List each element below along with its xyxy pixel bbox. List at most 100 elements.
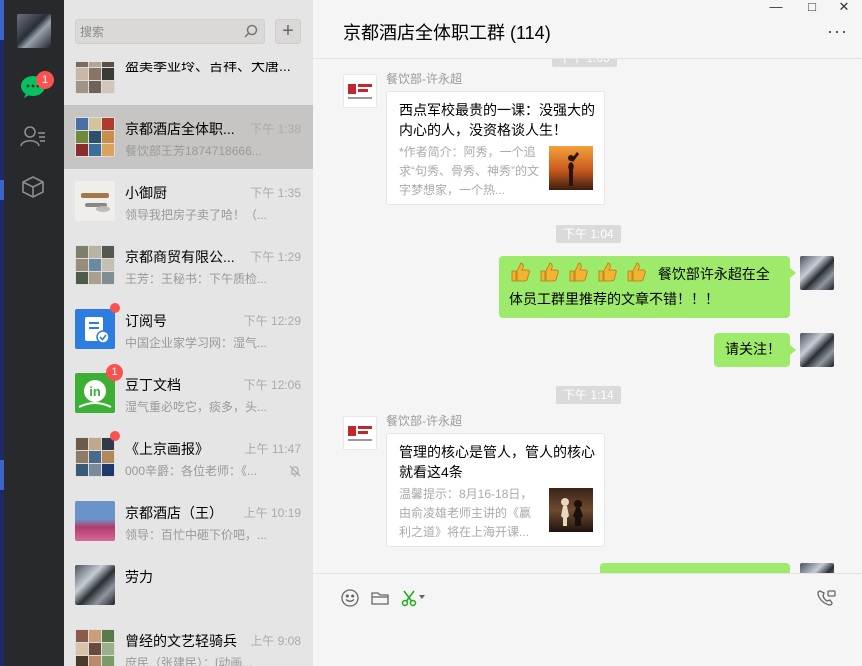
- more-options-button[interactable]: ···: [827, 22, 848, 40]
- subscription-icon: [75, 309, 115, 349]
- message-bubble: 餐饮部许永超在全体员工群里推荐的文章不错！！！: [499, 256, 796, 318]
- contacts-icon[interactable]: [18, 121, 48, 151]
- conversation-item[interactable]: in 1 豆丁文档 下午 12:06 湿气重必吃它，痰多，头...: [64, 361, 313, 425]
- favorites-icon[interactable]: [18, 172, 48, 202]
- input-area[interactable]: [313, 573, 862, 666]
- mute-icon: [289, 465, 301, 477]
- unread-dot: [110, 431, 120, 441]
- article-card[interactable]: 西点军校最贵的一课：没强大的内心的人，没资格谈人生！ *作者简介：阿秀，一个追求…: [386, 91, 605, 205]
- article-thumbnail: [549, 488, 593, 532]
- avatar: [75, 181, 115, 221]
- conversation-name: 京都商贸有限公...: [125, 249, 235, 265]
- emoji-icon[interactable]: [340, 588, 360, 608]
- conversation-name: 曾经的文艺轻骑兵: [125, 633, 237, 649]
- call-icon[interactable]: [816, 588, 836, 608]
- conversation-item[interactable]: 京都酒店全体职... 下午 1:38 餐饮部王芳1874718666...: [64, 105, 313, 169]
- conversation-name: 《上京画报》: [125, 441, 209, 457]
- conversation-time: 下午 1:38: [250, 122, 301, 136]
- conversation-item[interactable]: 订阅号 下午 12:29 中国企业家学习网：湿气...: [64, 297, 313, 361]
- conversation-time: 下午 12:29: [243, 314, 301, 328]
- nav-bar: 1: [0, 0, 64, 666]
- unread-dot: [110, 303, 120, 313]
- sender-avatar: [343, 416, 377, 450]
- conversation-preview: 000辛爵：各位老师：《...: [125, 464, 258, 478]
- avatar[interactable]: [17, 14, 51, 48]
- unread-count: 1: [106, 364, 123, 381]
- thumbs-up-icon: [511, 262, 530, 282]
- group-avatar: [75, 629, 115, 666]
- conversation-preview: 庶民（张建民）：[动画...: [125, 656, 253, 666]
- article-summary: 温馨提示：8月16-18日，由俞凌雄老师主讲的《赢利之道》将在上海开课...: [399, 487, 533, 539]
- my-avatar: [800, 333, 834, 367]
- conversation-preview: 领导：百忙中砸下价吧，...: [125, 528, 268, 542]
- desktop-edge: [0, 0, 4, 666]
- message-list: 下午 1:03 餐饮部-许永超 西点军校最贵的一课：没强大的内心的人，没资格谈人…: [313, 59, 862, 573]
- svg-text:in: in: [89, 384, 101, 399]
- thumbs-up-emojis: [509, 262, 658, 282]
- close-button[interactable]: ✕: [830, 0, 858, 16]
- thumbs-up-icon: [540, 262, 559, 282]
- message-bubble: [600, 563, 790, 573]
- conversation-name: 京都酒店（王）: [125, 505, 223, 521]
- article-title: 管理的核心是管人，管人的核心就看这4条: [399, 444, 595, 480]
- article-thumbnail: [549, 146, 593, 190]
- thumbs-up-icon: [598, 262, 617, 282]
- my-avatar: [800, 563, 834, 573]
- conversation-preview: 餐饮部王芳1874718666...: [125, 144, 262, 158]
- sender-name: 餐饮部-许永超: [386, 414, 462, 428]
- my-avatar: [800, 256, 834, 290]
- search-input[interactable]: [80, 20, 240, 43]
- conversation-time: 下午 1:35: [250, 186, 301, 200]
- conversation-preview: 中国企业家学习网：湿气...: [125, 336, 268, 350]
- conversation-item[interactable]: 《上京画报》 上午 11:47 000辛爵：各位老师：《...: [64, 425, 313, 489]
- article-summary: *作者简介：阿秀，一个追求“句秀、骨秀、神秀”的文字梦想家，一个热...: [399, 145, 539, 197]
- sender-name: 餐饮部-许永超: [386, 72, 462, 86]
- conversation-preview: 领导我把房子卖了哈！（...: [125, 208, 268, 222]
- chat-list: + 盈美季亚玲、吉祥、大唐... 京都酒店全体职... 下午 1:38 餐饮部王…: [64, 0, 313, 666]
- minimize-button[interactable]: —: [762, 0, 790, 16]
- conversation-item[interactable]: 京都商贸有限公... 下午 1:29 王芳：王秘书：下午质检...: [64, 233, 313, 297]
- conversation-name: 京都酒店全体职...: [125, 121, 235, 137]
- group-avatar: [75, 117, 115, 157]
- timestamp: 下午 1:04: [556, 225, 621, 243]
- search-box[interactable]: [75, 19, 265, 44]
- conversation-time: 上午 9:08: [250, 634, 301, 648]
- group-avatar: [75, 437, 115, 477]
- chat-title: 京都酒店全体职工群 (114): [343, 23, 551, 43]
- conversation-name: 劳力: [125, 569, 153, 585]
- timestamp: 下午 1:03: [552, 59, 617, 67]
- conversation-name: 小御厨: [125, 185, 167, 201]
- sender-avatar: [343, 74, 377, 108]
- conversation-name: 订阅号: [125, 313, 167, 329]
- unread-badge: 1: [36, 71, 54, 89]
- chat-window: — □ ✕ 京都酒店全体职工群 (114) ··· 下午 1:03 餐饮部-许永…: [313, 0, 862, 666]
- search-row: +: [64, 0, 313, 62]
- avatar: [75, 565, 115, 605]
- conversation-time: 上午 11:47: [244, 442, 301, 456]
- group-avatar: [75, 245, 115, 285]
- conversation-name: 豆丁文档: [125, 377, 181, 393]
- thumbs-up-icon: [627, 262, 646, 282]
- conversation-preview: 王芳：王秘书：下午质检...: [125, 272, 268, 286]
- conversation-item[interactable]: 京都酒店（王） 上午 10:19 领导：百忙中砸下价吧，...: [64, 489, 313, 553]
- search-icon[interactable]: [244, 24, 258, 38]
- conversation-item[interactable]: 曾经的文艺轻骑兵 上午 9:08 庶民（张建民）：[动画...: [64, 617, 313, 666]
- avatar: [75, 501, 115, 541]
- thumbs-up-icon: [569, 262, 588, 282]
- maximize-button[interactable]: □: [798, 0, 826, 16]
- chat-header: — □ ✕ 京都酒店全体职工群 (114) ···: [313, 0, 862, 59]
- chevron-down-icon[interactable]: [419, 595, 425, 600]
- conversation-item[interactable]: 小御厨 下午 1:35 领导我把房子卖了哈！（...: [64, 169, 313, 233]
- message-bubble: 请关注！: [714, 333, 796, 367]
- add-button[interactable]: +: [275, 19, 301, 44]
- timestamp: 下午 1:14: [556, 386, 621, 404]
- article-card[interactable]: 管理的核心是管人，管人的核心就看这4条 温馨提示：8月16-18日，由俞凌雄老师…: [386, 433, 605, 547]
- conversation-item[interactable]: 劳力: [64, 553, 313, 617]
- conversation-time: 下午 1:29: [250, 250, 301, 264]
- conversation-time: 下午 12:06: [243, 378, 301, 392]
- folder-icon[interactable]: [370, 588, 390, 608]
- article-title: 西点军校最贵的一课：没强大的内心的人，没资格谈人生！: [399, 102, 595, 138]
- scissors-icon[interactable]: [400, 588, 420, 608]
- conversation-preview: 湿气重必吃它，痰多，头...: [125, 400, 268, 414]
- conversation-time: 上午 10:19: [243, 506, 301, 520]
